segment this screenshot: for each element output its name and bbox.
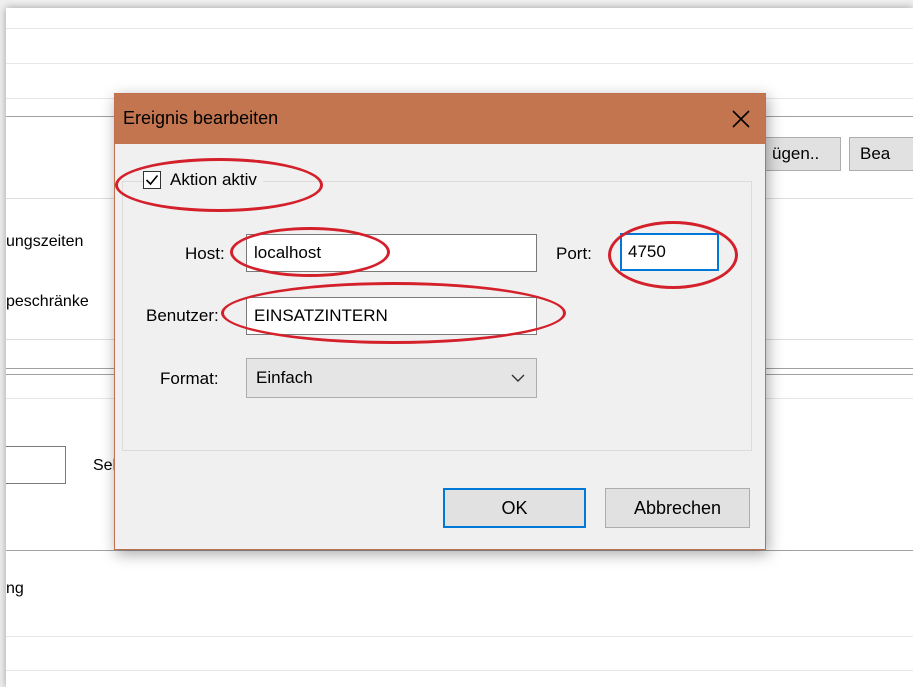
divider xyxy=(766,368,913,369)
user-input[interactable]: EINSATZINTERN xyxy=(246,297,537,335)
divider xyxy=(6,636,913,637)
edit-event-dialog: Ereignis bearbeiten Aktion aktiv Host: l… xyxy=(114,93,766,550)
edit-button[interactable]: Bea xyxy=(849,137,913,171)
checkbox-label: Aktion aktiv xyxy=(170,170,257,189)
checkmark-icon xyxy=(145,174,159,186)
chevron-down-icon xyxy=(511,374,525,382)
ok-button[interactable]: OK xyxy=(443,488,586,528)
host-input[interactable]: localhost xyxy=(246,234,537,272)
close-button[interactable] xyxy=(717,94,765,144)
dialog-title: Ereignis bearbeiten xyxy=(123,108,279,128)
divider xyxy=(6,63,913,64)
format-select[interactable]: Einfach xyxy=(246,358,537,398)
times-label: ungszeiten xyxy=(6,233,84,250)
port-label: Port: xyxy=(556,244,592,263)
divider xyxy=(6,374,126,375)
divider xyxy=(6,28,913,29)
divider xyxy=(6,670,913,671)
add-button[interactable]: ügen.. xyxy=(761,137,841,171)
divider xyxy=(766,374,913,375)
list-item: ng xyxy=(6,580,24,597)
seconds-input[interactable] xyxy=(6,446,66,484)
divider xyxy=(6,116,126,117)
checkbox-box[interactable] xyxy=(143,171,161,189)
user-label: Benutzer: xyxy=(146,306,219,325)
host-label: Host: xyxy=(185,244,225,263)
divider xyxy=(766,116,913,117)
restrict-label: peschränke xyxy=(6,293,89,310)
port-input[interactable]: 4750 xyxy=(620,233,719,271)
close-icon xyxy=(732,110,750,128)
action-active-checkbox[interactable]: Aktion aktiv xyxy=(143,170,263,190)
cancel-button[interactable]: Abbrechen xyxy=(605,488,750,528)
format-label: Format: xyxy=(160,369,219,388)
divider xyxy=(6,550,913,551)
divider xyxy=(6,368,126,369)
dialog-titlebar: Ereignis bearbeiten xyxy=(115,94,765,144)
